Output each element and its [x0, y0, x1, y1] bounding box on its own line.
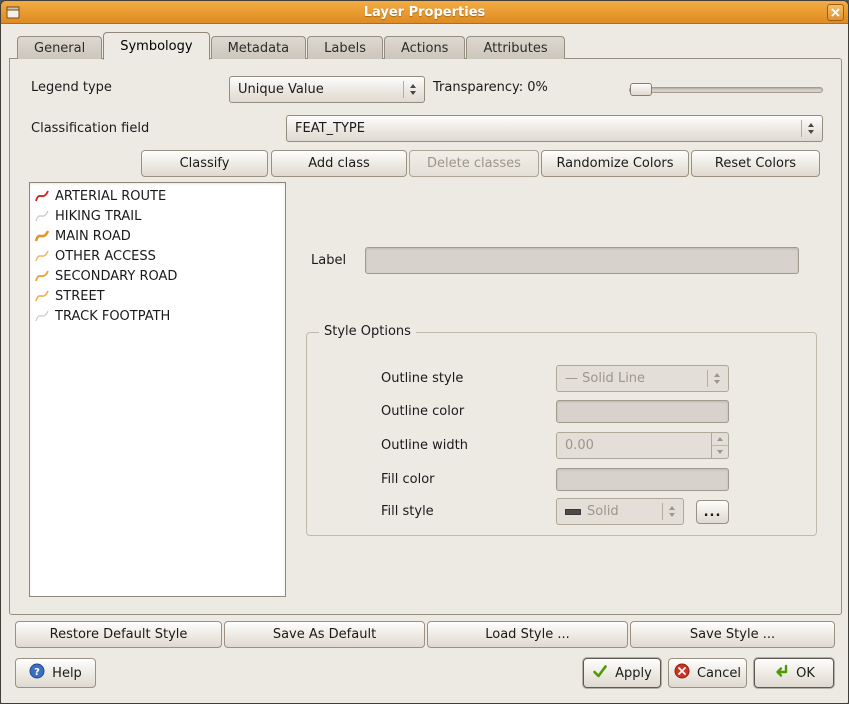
- outline-style-value: — Solid Line: [565, 371, 645, 386]
- apply-button[interactable]: Apply: [583, 658, 661, 688]
- list-item[interactable]: OTHER ACCESS: [30, 246, 285, 266]
- line-symbol-icon: [33, 268, 51, 284]
- classify-button[interactable]: Classify: [141, 150, 268, 177]
- combo-arrows-icon: [662, 503, 675, 521]
- transparency-slider-groove[interactable]: [629, 87, 823, 93]
- fill-style-value: Solid: [587, 504, 619, 519]
- class-label: HIKING TRAIL: [55, 209, 141, 224]
- tab-metadata[interactable]: Metadata: [211, 36, 307, 59]
- tab-bar: General Symbology Metadata Labels Action…: [17, 32, 566, 59]
- class-label: SECONDARY ROAD: [55, 269, 177, 284]
- tab-general[interactable]: General: [17, 36, 102, 59]
- outline-color-label: Outline color: [381, 404, 464, 419]
- line-symbol-icon: [33, 248, 51, 264]
- style-options-title: Style Options: [319, 324, 416, 339]
- list-item[interactable]: HIKING TRAIL: [30, 206, 285, 226]
- apply-check-icon: [592, 663, 608, 683]
- ok-enter-arrow-icon: [773, 663, 789, 683]
- outline-width-value: 0.00: [565, 438, 594, 453]
- cancel-button[interactable]: Cancel: [668, 658, 747, 688]
- legend-type-label: Legend type: [31, 80, 112, 95]
- apply-label: Apply: [615, 666, 652, 681]
- outline-width-label: Outline width: [381, 438, 468, 453]
- close-icon: [831, 5, 840, 20]
- ok-label: OK: [796, 666, 815, 681]
- outline-style-combo: — Solid Line: [556, 365, 729, 392]
- class-label: MAIN ROAD: [55, 229, 131, 244]
- fill-pattern-sample-icon: [565, 509, 581, 515]
- titlebar[interactable]: Layer Properties: [1, 1, 848, 24]
- spin-arrows-icon: [711, 433, 728, 458]
- outline-width-spinner: 0.00: [556, 432, 729, 459]
- combo-arrows-icon: [707, 370, 720, 388]
- tab-actions[interactable]: Actions: [384, 36, 466, 59]
- help-label: Help: [52, 666, 82, 681]
- cancel-label: Cancel: [697, 666, 741, 681]
- class-list[interactable]: ARTERIAL ROUTE HIKING TRAIL MAIN ROAD OT…: [29, 182, 286, 597]
- class-label: ARTERIAL ROUTE: [55, 189, 166, 204]
- close-button[interactable]: [827, 4, 844, 21]
- outline-style-label: Outline style: [381, 371, 463, 386]
- classification-field-label: Classification field: [31, 121, 149, 136]
- fill-color-button: [556, 468, 729, 491]
- combo-arrows-icon: [801, 120, 814, 138]
- fill-style-combo: Solid: [556, 498, 684, 525]
- layer-properties-dialog: Layer Properties General Symbology Metad…: [0, 0, 849, 704]
- outline-color-button: [556, 400, 729, 423]
- fill-style-browse-button[interactable]: ...: [696, 500, 729, 524]
- tab-labels[interactable]: Labels: [307, 36, 383, 59]
- cancel-icon: [674, 663, 690, 683]
- add-class-button[interactable]: Add class: [271, 150, 407, 177]
- reset-colors-button[interactable]: Reset Colors: [691, 150, 820, 177]
- list-item[interactable]: MAIN ROAD: [30, 226, 285, 246]
- class-label: STREET: [55, 289, 105, 304]
- randomize-colors-button[interactable]: Randomize Colors: [541, 150, 689, 177]
- classification-field-combo[interactable]: FEAT_TYPE: [286, 115, 823, 142]
- class-label: OTHER ACCESS: [55, 249, 156, 264]
- svg-text:?: ?: [34, 667, 40, 678]
- classification-field-value: FEAT_TYPE: [295, 121, 365, 136]
- line-symbol-icon: [33, 288, 51, 304]
- save-as-default-button[interactable]: Save As Default: [224, 621, 425, 648]
- fill-color-label: Fill color: [381, 472, 435, 487]
- window-title: Layer Properties: [1, 5, 848, 20]
- list-item[interactable]: ARTERIAL ROUTE: [30, 186, 285, 206]
- delete-classes-button: Delete classes: [409, 150, 539, 177]
- line-symbol-icon: [33, 208, 51, 224]
- transparency-label: Transparency: 0%: [433, 80, 548, 95]
- tab-attributes[interactable]: Attributes: [466, 36, 564, 59]
- line-symbol-icon: [33, 308, 51, 324]
- restore-default-style-button[interactable]: Restore Default Style: [15, 621, 222, 648]
- list-item[interactable]: TRACK FOOTPATH: [30, 306, 285, 326]
- fill-style-label: Fill style: [381, 504, 434, 519]
- line-symbol-icon: [33, 188, 51, 204]
- legend-type-combo[interactable]: Unique Value: [229, 76, 425, 103]
- legend-type-value: Unique Value: [238, 82, 324, 97]
- label-input: [365, 247, 799, 274]
- help-button[interactable]: ? Help: [15, 658, 96, 688]
- tab-symbology[interactable]: Symbology: [103, 32, 209, 60]
- list-item[interactable]: STREET: [30, 286, 285, 306]
- combo-arrows-icon: [403, 81, 416, 99]
- ok-button[interactable]: OK: [754, 658, 834, 688]
- class-label: TRACK FOOTPATH: [55, 309, 170, 324]
- load-style-button[interactable]: Load Style ...: [427, 621, 628, 648]
- list-item[interactable]: SECONDARY ROAD: [30, 266, 285, 286]
- line-symbol-icon: [33, 228, 51, 244]
- window-icon: [6, 6, 20, 19]
- help-icon: ?: [29, 663, 45, 683]
- label-field-label: Label: [311, 253, 346, 268]
- transparency-slider-handle[interactable]: [630, 83, 652, 96]
- save-style-button[interactable]: Save Style ...: [630, 621, 835, 648]
